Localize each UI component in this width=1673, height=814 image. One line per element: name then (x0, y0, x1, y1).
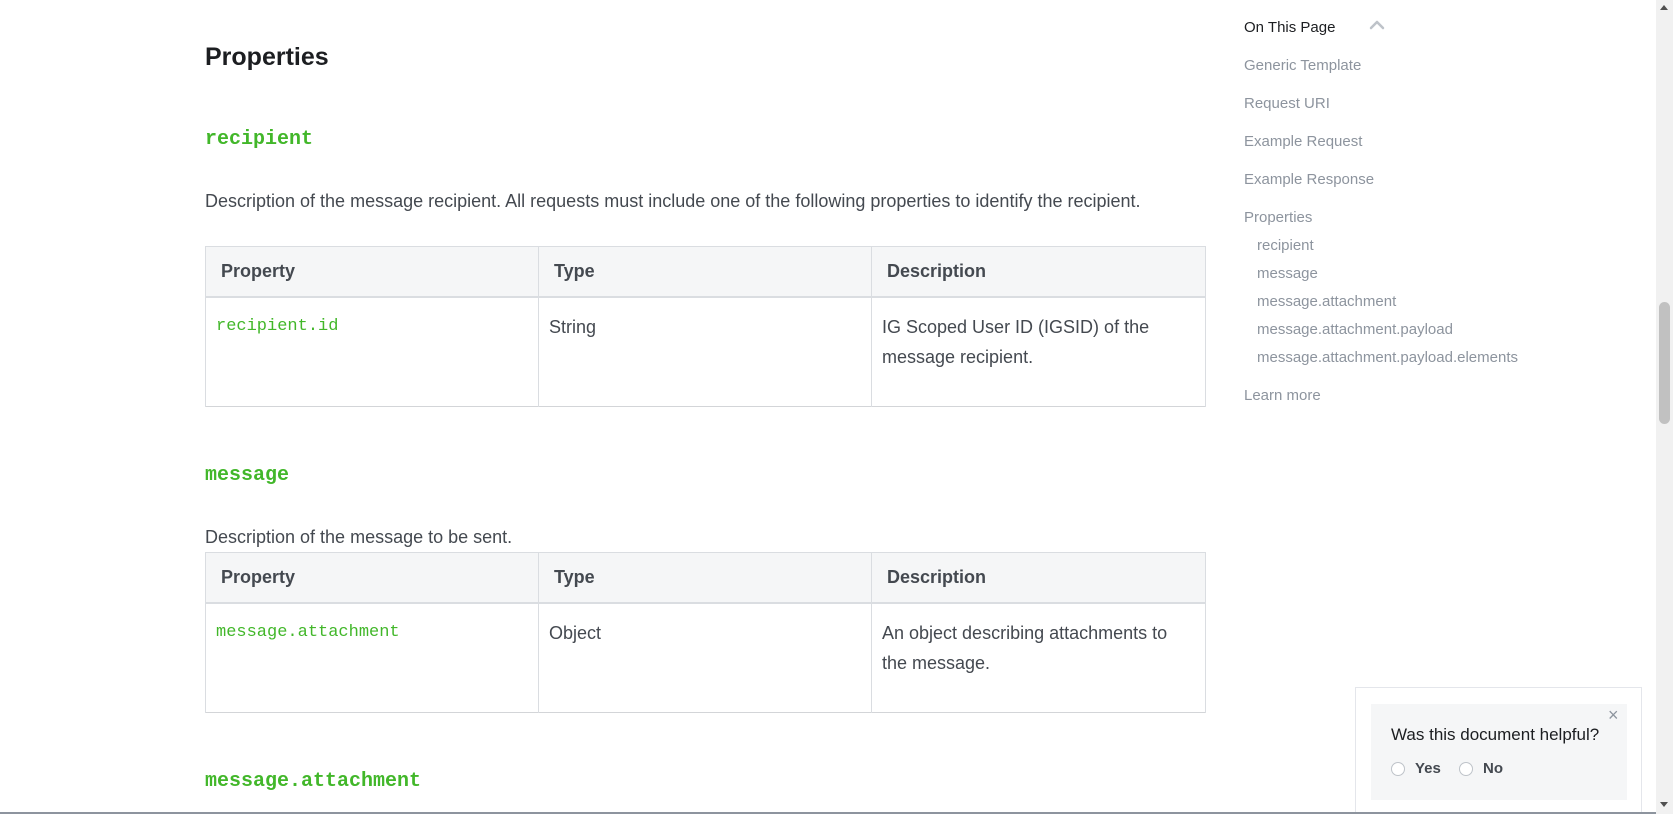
section-heading-message-attachment: message.attachment (205, 770, 422, 793)
section-description-message: Description of the message to be sent. (205, 527, 513, 547)
column-header-type: Type (538, 246, 872, 298)
property-name-cell: message.attachment (205, 602, 539, 713)
message-properties-table: Property Type Description message.attach… (205, 552, 1206, 713)
section-heading-recipient: recipient (205, 128, 314, 151)
no-label: No (1483, 760, 1503, 777)
feedback-widget: × Was this document helpful? Yes No (1355, 687, 1642, 814)
column-header-property: Property (205, 246, 539, 298)
toc-link-properties[interactable]: Properties (1244, 209, 1312, 226)
toc-sublink-message-attachment[interactable]: message.attachment (1257, 293, 1396, 310)
toc-link-example-response[interactable]: Example Response (1244, 171, 1374, 188)
column-header-type: Type (538, 552, 872, 604)
feedback-no-option[interactable]: No (1459, 760, 1503, 777)
no-radio[interactable] (1459, 761, 1473, 776)
property-description-cell: An object describing attachments to the … (871, 602, 1206, 713)
feedback-yes-option[interactable]: Yes (1391, 760, 1441, 777)
toc-link-request-uri[interactable]: Request URI (1244, 95, 1330, 112)
column-header-description: Description (871, 552, 1206, 604)
section-heading-message: message (205, 464, 290, 487)
toc-link-example-request[interactable]: Example Request (1244, 133, 1362, 150)
scroll-down-arrow-icon[interactable] (1660, 802, 1668, 807)
column-header-property: Property (205, 552, 539, 604)
scroll-up-arrow-icon[interactable] (1660, 5, 1668, 10)
toc-sublink-recipient[interactable]: recipient (1257, 237, 1314, 254)
table-header-row: Property Type Description (205, 246, 1206, 298)
page-title: Properties (205, 43, 329, 71)
toc-title: On This Page (1244, 19, 1336, 36)
scrollbar-thumb[interactable] (1659, 302, 1670, 424)
toc-link-learn-more[interactable]: Learn more (1244, 387, 1321, 404)
toc-sublink-message[interactable]: message (1257, 265, 1318, 282)
column-header-description: Description (871, 246, 1206, 298)
property-description-cell: IG Scoped User ID (IGSID) of the message… (871, 296, 1206, 407)
feedback-panel: × Was this document helpful? Yes No (1371, 704, 1627, 800)
table-header-row: Property Type Description (205, 552, 1206, 604)
toc-sublink-message-attachment-payload-elements[interactable]: message.attachment.payload.elements (1257, 349, 1518, 366)
vertical-scrollbar[interactable] (1656, 0, 1673, 814)
docs-page: Properties recipient Description of the … (0, 0, 1673, 814)
table-row: recipient.id String IG Scoped User ID (I… (205, 296, 1206, 407)
toc-link-generic-template[interactable]: Generic Template (1244, 57, 1361, 74)
property-type-cell: Object (538, 602, 872, 713)
recipient-properties-table: Property Type Description recipient.id S… (205, 246, 1206, 407)
section-description-recipient: Description of the message recipient. Al… (205, 191, 1141, 211)
yes-label: Yes (1415, 760, 1441, 777)
property-name-cell: recipient.id (205, 296, 539, 407)
toc-sublink-message-attachment-payload[interactable]: message.attachment.payload (1257, 321, 1453, 338)
property-type-cell: String (538, 296, 872, 407)
chevron-up-icon[interactable] (1368, 16, 1386, 34)
close-icon[interactable]: × (1608, 706, 1619, 724)
table-row: message.attachment Object An object desc… (205, 602, 1206, 713)
feedback-question: Was this document helpful? (1391, 725, 1600, 744)
yes-radio[interactable] (1391, 761, 1405, 776)
